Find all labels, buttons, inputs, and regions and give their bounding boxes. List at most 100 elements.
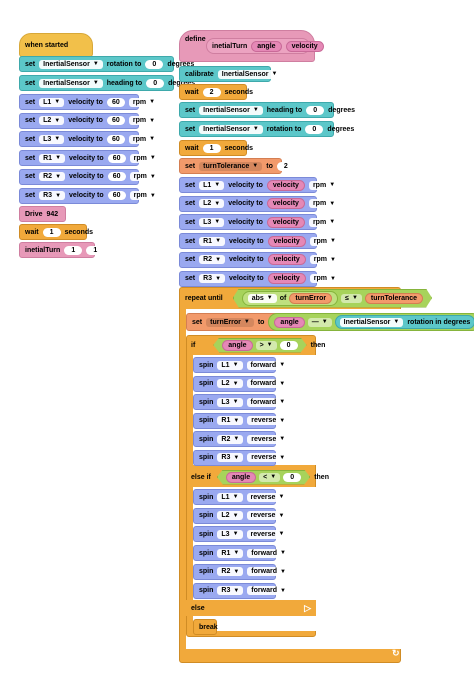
set-motor-velocity-block[interactable]: set L3 ▼ velocity to 60 rpm ▼ xyxy=(19,131,160,148)
motor-dropdown[interactable]: L3 ▼ xyxy=(217,529,243,539)
velocity-value-input[interactable]: 60 xyxy=(107,191,126,200)
unit-dropdown[interactable]: rpm ▼ xyxy=(308,199,340,209)
motor-dropdown[interactable]: L2 ▼ xyxy=(217,379,243,388)
drive-block[interactable]: Drive 942 xyxy=(19,206,66,222)
unit-dropdown[interactable]: rpm ▼ xyxy=(309,255,340,265)
spin-motor-block[interactable]: spin L3 ▼ forward ▼ xyxy=(193,394,290,410)
set-motor-velocity-block[interactable]: set L2 ▼ velocity to 60 rpm ▼ xyxy=(19,112,160,129)
set-motor-velocity-block[interactable]: set R3 ▼ velocity to 60 rpm ▼ xyxy=(19,187,160,204)
turnerror-reporter[interactable]: turnError xyxy=(289,293,332,304)
compare-dropdown[interactable]: ≤ ▼ xyxy=(341,294,362,303)
param-velocity[interactable]: velocity xyxy=(285,40,324,52)
call-arg2-input[interactable]: 1 xyxy=(86,245,105,255)
spin-motor-block[interactable]: spin R2 ▼ forward ▼ xyxy=(193,563,290,580)
set-motor-velocity-block[interactable]: set R2 ▼ velocity to velocity rpm ▼ xyxy=(179,251,340,268)
set-sensor-heading-block[interactable]: set InertialSensor ▼ heading to 0 degrees xyxy=(179,102,355,118)
motor-dropdown[interactable]: R3 ▼ xyxy=(217,586,244,595)
unit-dropdown[interactable]: rpm ▼ xyxy=(309,274,340,283)
unit-dropdown[interactable]: rpm ▼ xyxy=(309,236,340,246)
spin-motor-block[interactable]: spin L2 ▼ forward ▼ xyxy=(193,375,290,392)
unit-dropdown[interactable]: rpm ▼ xyxy=(308,217,340,227)
direction-dropdown[interactable]: reverse ▼ xyxy=(246,529,289,539)
unit-dropdown[interactable]: rpm ▼ xyxy=(128,134,160,144)
velocity-reporter[interactable]: velocity xyxy=(267,235,306,247)
direction-dropdown[interactable]: forward ▼ xyxy=(247,586,290,595)
velocity-value-input[interactable]: 60 xyxy=(106,116,125,126)
velocity-reporter[interactable]: velocity xyxy=(266,198,305,210)
subtract-operator[interactable]: angle — ▼ InertialSensor ▼ rotation in deg… xyxy=(268,313,474,331)
motor-dropdown[interactable]: L1 ▼ xyxy=(217,492,243,502)
sensor-dropdown[interactable]: InertialSensor ▼ xyxy=(199,124,263,134)
spin-motor-block[interactable]: spin L2 ▼ reverse ▼ xyxy=(193,507,289,524)
motor-dropdown[interactable]: R2 ▼ xyxy=(39,172,66,182)
unit-dropdown[interactable]: rpm ▼ xyxy=(128,116,160,126)
set-motor-velocity-block[interactable]: set R3 ▼ velocity to velocity rpm ▼ xyxy=(179,270,340,287)
angle-reporter[interactable]: angle xyxy=(274,316,305,328)
motor-dropdown[interactable]: R2 ▼ xyxy=(217,567,244,577)
wait-block-1s[interactable]: wait 1 seconds xyxy=(179,140,253,156)
calibrate-block[interactable]: calibrate InertialSensor ▼ xyxy=(179,66,282,82)
direction-dropdown[interactable]: forward ▼ xyxy=(246,360,290,370)
elseif-value-input[interactable]: 0 xyxy=(283,473,301,482)
rotation-value-input[interactable]: 0 xyxy=(305,124,324,134)
velocity-value-input[interactable]: 60 xyxy=(106,97,125,107)
motor-dropdown[interactable]: L1 ▼ xyxy=(217,360,243,370)
sensor-dropdown[interactable]: InertialSensor ▼ xyxy=(199,105,263,115)
break-block[interactable]: break xyxy=(193,619,218,635)
if-condition[interactable]: angle > ▼ 0 xyxy=(213,338,306,353)
spin-motor-block[interactable]: spin L1 ▼ forward ▼ xyxy=(193,357,290,373)
turntolerance-reporter[interactable]: turnTolerance xyxy=(365,293,423,304)
sensor-dropdown[interactable]: InertialSensor ▼ xyxy=(339,317,404,327)
direction-dropdown[interactable]: forward ▼ xyxy=(246,379,290,388)
motor-dropdown[interactable]: R1 ▼ xyxy=(39,153,66,163)
set-motor-velocity-block[interactable]: set R1 ▼ velocity to velocity rpm ▼ xyxy=(179,233,340,250)
set-motor-velocity-block[interactable]: set L3 ▼ velocity to velocity rpm ▼ xyxy=(179,214,340,231)
velocity-reporter[interactable]: velocity xyxy=(266,216,305,228)
heading-value-input[interactable]: 0 xyxy=(306,105,325,115)
heading-value-input[interactable]: 0 xyxy=(146,78,165,88)
angle-reporter[interactable]: angle xyxy=(226,472,256,483)
motor-dropdown[interactable]: L3 ▼ xyxy=(39,134,65,144)
motor-dropdown[interactable]: L2 ▼ xyxy=(39,116,65,126)
wait-value-input[interactable]: 1 xyxy=(202,143,221,153)
set-sensor-rotation-block[interactable]: set InertialSensor ▼ rotation to 0 degree… xyxy=(179,121,354,137)
unit-dropdown[interactable]: rpm ▼ xyxy=(129,191,160,200)
wait-value-input[interactable]: 1 xyxy=(42,227,61,237)
abs-operator[interactable]: abs ▼ of turnError xyxy=(242,291,338,306)
motor-dropdown[interactable]: R3 ▼ xyxy=(199,274,226,283)
call-arg1-input[interactable]: 1 xyxy=(64,245,83,255)
direction-dropdown[interactable]: forward ▼ xyxy=(247,567,290,577)
wait-block[interactable]: wait 1 seconds xyxy=(19,224,93,240)
unit-dropdown[interactable]: rpm ▼ xyxy=(129,172,160,182)
set-sensor-heading-block[interactable]: set InertialSensor ▼ heading to 0 degrees xyxy=(19,75,195,91)
set-turnerror-block[interactable]: set turnError ▼ to angle — ▼ InertialSenso… xyxy=(186,313,474,331)
spin-motor-block[interactable]: spin L1 ▼ reverse ▼ xyxy=(193,489,289,505)
abs-dropdown[interactable]: abs ▼ xyxy=(248,294,277,303)
angle-reporter[interactable]: angle xyxy=(222,340,252,351)
motor-dropdown[interactable]: L3 ▼ xyxy=(217,397,243,407)
motor-dropdown[interactable]: L2 ▼ xyxy=(217,511,243,521)
velocity-value-input[interactable]: 60 xyxy=(107,172,126,182)
motor-dropdown[interactable]: L3 ▼ xyxy=(199,217,225,227)
motor-dropdown[interactable]: R2 ▼ xyxy=(199,255,226,265)
set-motor-velocity-block[interactable]: set R1 ▼ velocity to 60 rpm ▼ xyxy=(19,150,160,167)
velocity-value-input[interactable]: 60 xyxy=(107,153,126,163)
when-started-hat[interactable]: when started xyxy=(19,33,93,57)
param-angle[interactable]: angle xyxy=(251,40,282,52)
compare-dropdown[interactable]: < ▼ xyxy=(259,473,280,482)
operator-dropdown[interactable]: — ▼ xyxy=(307,317,332,327)
motor-dropdown[interactable]: R3 ▼ xyxy=(39,191,66,200)
motor-dropdown[interactable]: R1 ▼ xyxy=(199,236,226,246)
velocity-reporter[interactable]: velocity xyxy=(267,254,306,266)
sensor-dropdown[interactable]: InertialSensor ▼ xyxy=(39,59,103,69)
motor-dropdown[interactable]: R3 ▼ xyxy=(217,453,244,462)
motor-dropdown[interactable]: R1 ▼ xyxy=(217,416,244,425)
sensor-dropdown[interactable]: InertialSensor ▼ xyxy=(217,69,282,79)
if-value-input[interactable]: 0 xyxy=(280,341,298,350)
set-sensor-rotation-block[interactable]: set InertialSensor ▼ rotation to 0 degree… xyxy=(19,56,194,72)
unit-dropdown[interactable]: rpm ▼ xyxy=(308,180,340,190)
tolerance-value-input[interactable]: 2 xyxy=(276,161,295,171)
compare-dropdown[interactable]: > ▼ xyxy=(256,341,277,350)
motor-dropdown[interactable]: R2 ▼ xyxy=(217,434,244,444)
motor-dropdown[interactable]: R1 ▼ xyxy=(217,548,244,558)
